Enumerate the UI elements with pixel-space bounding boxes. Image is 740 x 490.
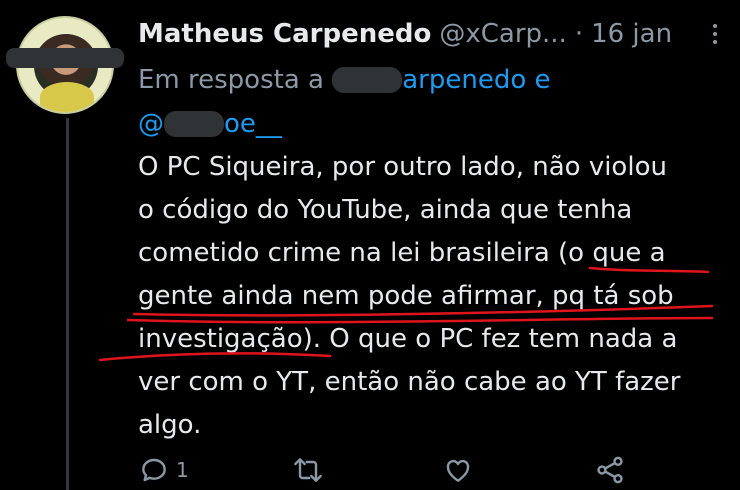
body-line: O PC Siqueira, por outro lado, não violo… xyxy=(138,152,667,182)
share-button[interactable] xyxy=(594,452,626,488)
retweet-button[interactable] xyxy=(292,452,324,488)
reply-button[interactable]: 1 xyxy=(138,452,189,488)
retweet-icon xyxy=(294,458,322,482)
mention-redaction xyxy=(332,67,403,93)
reply-context: Em resposta a arpenedo e @ oe__ xyxy=(138,58,728,146)
heart-icon xyxy=(446,459,470,482)
reply-mention-2[interactable]: @ oe__ xyxy=(138,109,282,139)
thread-line xyxy=(66,118,69,490)
avatar-shirt xyxy=(40,82,94,112)
reply-mention-1-text: arpenedo e xyxy=(402,65,551,95)
reply-bubble-icon xyxy=(142,458,166,482)
author-handle[interactable]: @xCarp... xyxy=(439,19,566,49)
body-line: algo. xyxy=(138,410,202,440)
tweet-date[interactable]: 16 jan xyxy=(591,19,672,49)
reply-prefix: Em resposta a xyxy=(138,65,324,95)
redaction-bar xyxy=(6,48,124,68)
more-vertical-icon[interactable] xyxy=(704,18,726,50)
reply-mention-2-text: oe__ xyxy=(224,109,282,139)
body-line: investigação). O que o PC fez tem nada a xyxy=(138,324,678,354)
like-button[interactable] xyxy=(442,452,474,488)
tweet-body: O PC Siqueira, por outro lado, não violo… xyxy=(138,146,728,447)
separator-dot: · xyxy=(574,19,584,49)
mention-redaction xyxy=(164,111,224,137)
body-line: gente ainda nem pode afirmar, pq tá sob xyxy=(138,281,674,311)
body-line: ver com o YT, então não cabe ao YT fazer xyxy=(138,367,681,397)
reply-count: 1 xyxy=(176,458,189,482)
tweet-header: Matheus Carpenedo @xCarp... · 16 jan xyxy=(138,14,728,54)
author-name[interactable]: Matheus Carpenedo xyxy=(138,19,431,49)
reply-mention-2-at: @ xyxy=(138,109,164,139)
share-icon xyxy=(597,456,623,484)
body-line: cometido crime na lei brasileira (o que … xyxy=(138,238,666,268)
body-line: o código do YouTube, ainda que tenha xyxy=(138,195,633,225)
reply-mention-1[interactable]: arpenedo e xyxy=(332,65,551,95)
tweet-actions: 1 xyxy=(138,452,638,488)
